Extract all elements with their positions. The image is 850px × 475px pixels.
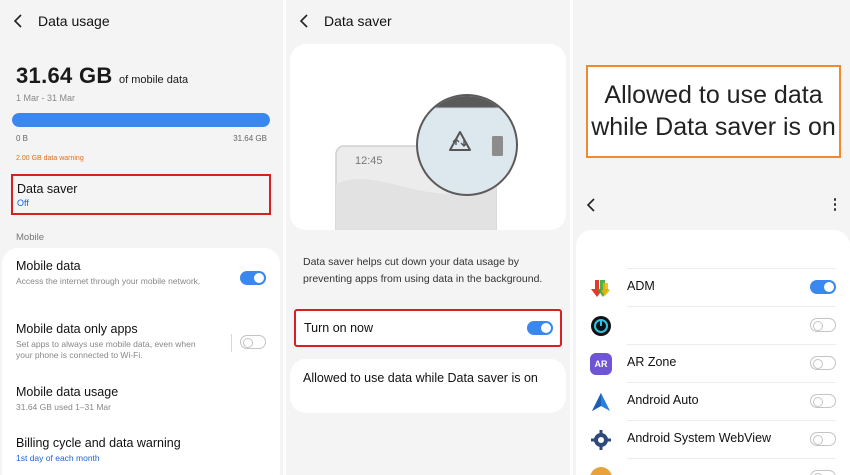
- usage-max-label: 31.64 GB: [233, 134, 267, 143]
- back-arrow-icon[interactable]: [12, 13, 26, 29]
- app-row-webview[interactable]: Android System WebView: [576, 420, 850, 458]
- battery-icon: [492, 136, 503, 156]
- more-options-icon[interactable]: [833, 198, 837, 212]
- app-row-2[interactable]: [576, 306, 850, 344]
- mobile-data-usage-title: Mobile data usage: [16, 385, 119, 399]
- mobile-data-title: Mobile data: [16, 259, 81, 273]
- allowed-apps-item[interactable]: Allowed to use data while Data saver is …: [290, 359, 566, 413]
- data-saver-title: Data saver: [17, 182, 78, 196]
- app-toggle-6[interactable]: [810, 470, 836, 475]
- app-toggle-adm[interactable]: [810, 280, 836, 294]
- back-arrow-icon[interactable]: [585, 197, 599, 213]
- billing-cycle-title: Billing cycle and data warning: [16, 436, 181, 450]
- app-name: ADM: [627, 279, 655, 293]
- mobile-data-only-apps-title: Mobile data only apps: [16, 322, 138, 336]
- usage-amount: 31.64 GB: [16, 63, 113, 88]
- callout-title: Allowed to use data while Data saver is …: [586, 65, 841, 158]
- usage-date-range: 1 Mar - 31 Mar: [16, 93, 76, 103]
- row-divider: [231, 334, 232, 352]
- app-name: Android Auto: [627, 393, 699, 407]
- turn-on-now-toggle[interactable]: [527, 321, 553, 335]
- mobile-data-row[interactable]: Mobile data Access the internet through …: [16, 259, 266, 287]
- app-toggle-webview[interactable]: [810, 432, 836, 446]
- header: Data saver: [286, 10, 570, 32]
- app-name: Android System WebView: [627, 431, 772, 445]
- data-usage-screen: Data usage 31.64 GB of mobile data 1 Mar…: [0, 0, 283, 475]
- allowed-apps-label: Allowed to use data while Data saver is …: [303, 371, 538, 385]
- mobile-data-usage-desc: 31.64 GB used 1–31 Mar: [16, 402, 111, 412]
- usage-unit-label: of mobile data: [119, 74, 189, 86]
- app-row-6[interactable]: [576, 458, 850, 475]
- phone-illustration: 12:45: [335, 94, 518, 247]
- turn-on-now-row[interactable]: Turn on now: [294, 309, 562, 347]
- apps-list-card: ADM AR AR Zone Android Auto Android Syst…: [576, 230, 850, 475]
- data-saver-item[interactable]: Data saver Off: [11, 174, 271, 215]
- turn-on-now-label: Turn on now: [304, 321, 374, 335]
- app-row-android-auto[interactable]: Android Auto: [576, 382, 850, 420]
- app-toggle-2[interactable]: [810, 318, 836, 332]
- data-warning-label: 2.00 GB data warning: [16, 155, 84, 162]
- timer-app-icon: [591, 316, 611, 336]
- usage-summary: 31.64 GB of mobile data: [16, 63, 188, 89]
- app-row-ar-zone[interactable]: AR AR Zone: [576, 344, 850, 382]
- clock-text: 12:45: [355, 155, 383, 167]
- callout-text: Allowed to use data while Data saver is …: [591, 81, 836, 141]
- mobile-settings-card: Mobile data Access the internet through …: [2, 248, 280, 475]
- page-title: Data usage: [38, 13, 110, 29]
- mobile-data-only-apps-toggle[interactable]: [240, 335, 266, 349]
- allowed-apps-screen: Allowed to use data while Data saver is …: [573, 0, 850, 475]
- usage-min-label: 0 B: [16, 134, 29, 143]
- back-arrow-icon[interactable]: [298, 13, 312, 29]
- app-toggle-android-auto[interactable]: [810, 394, 836, 408]
- section-label-mobile: Mobile: [16, 232, 44, 243]
- data-saver-description: Data saver helps cut down your data usag…: [303, 256, 543, 286]
- data-saver-status: Off: [17, 198, 29, 208]
- android-auto-icon: [592, 393, 610, 411]
- data-saver-illustration: 12:45: [290, 44, 566, 247]
- app-row-adm[interactable]: ADM: [576, 268, 850, 306]
- app-name: AR Zone: [627, 355, 677, 369]
- partial-app-icon: [590, 467, 612, 475]
- billing-cycle-row[interactable]: Billing cycle and data warning 1st day o…: [16, 436, 266, 463]
- mobile-data-toggle[interactable]: [240, 271, 266, 285]
- ar-zone-icon: AR: [590, 353, 612, 375]
- mobile-data-desc: Access the internet through your mobile …: [16, 276, 201, 286]
- app-toggle-ar-zone[interactable]: [810, 356, 836, 370]
- header: Data usage: [0, 10, 283, 32]
- usage-progress-fill: [12, 113, 270, 127]
- page-title: Data saver: [324, 13, 392, 29]
- adm-icon: [591, 280, 610, 297]
- webview-gear-icon: [591, 430, 611, 450]
- app-name-blank: [628, 308, 692, 338]
- usage-progress-bar: [12, 113, 270, 127]
- billing-cycle-desc: 1st day of each month: [16, 453, 100, 463]
- header: [573, 194, 850, 216]
- mobile-data-only-apps-row[interactable]: Mobile data only apps Set apps to always…: [16, 322, 266, 361]
- mobile-data-only-apps-desc: Set apps to always use mobile data, even…: [16, 339, 196, 361]
- mobile-data-usage-row[interactable]: Mobile data usage 31.64 GB used 1–31 Mar: [16, 385, 266, 413]
- data-saver-screen: Data saver 12:45 Data saver helps cut do…: [286, 0, 570, 475]
